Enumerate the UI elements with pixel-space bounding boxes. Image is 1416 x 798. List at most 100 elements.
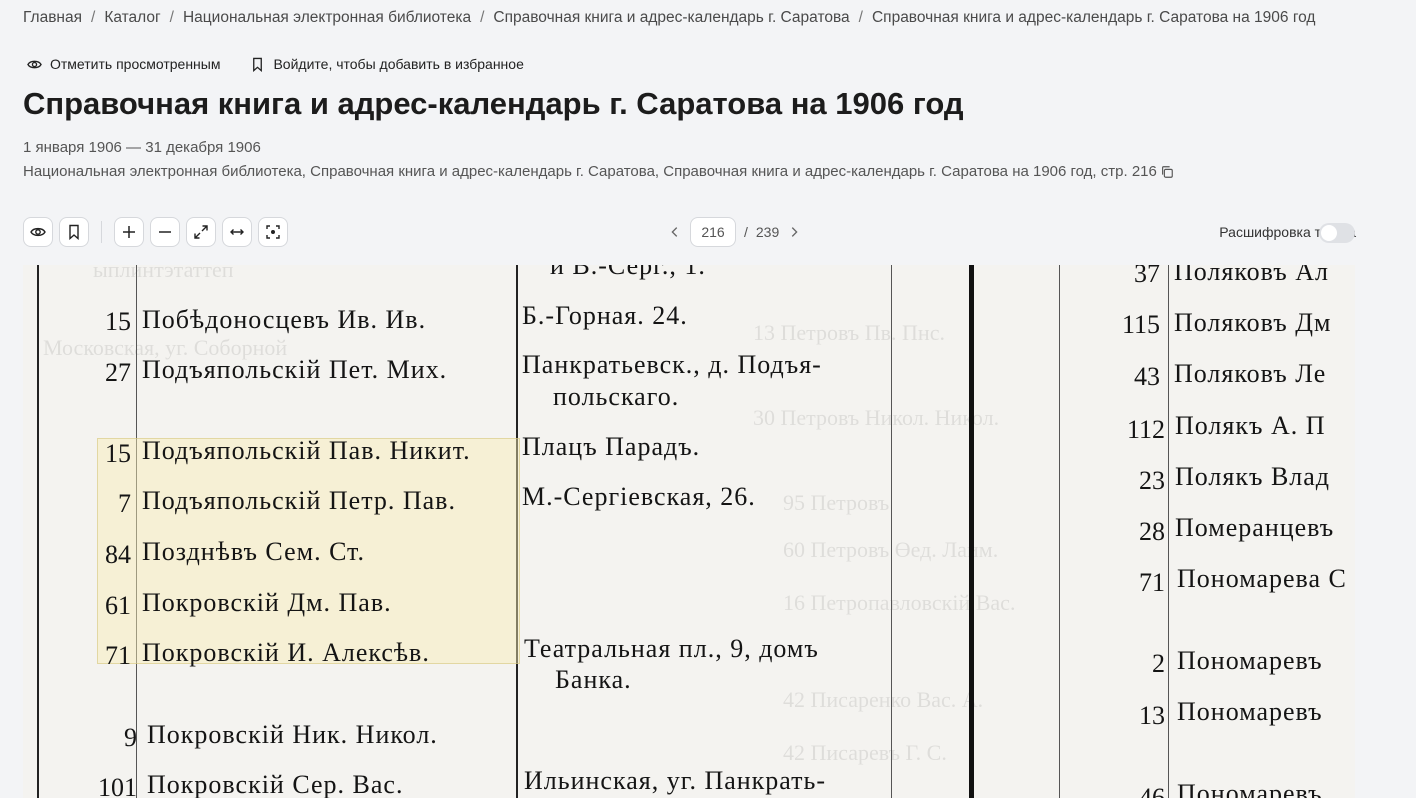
fullscreen-button[interactable]	[186, 217, 216, 247]
entry-number: 13	[1139, 701, 1165, 730]
add-favorite-label: Войдите, чтобы добавить в избранное	[273, 56, 524, 72]
entry-number: 2	[1152, 649, 1165, 678]
viewer-toolbar	[23, 217, 288, 247]
entry-name: Пономарева С	[1177, 564, 1347, 593]
date-range: 1 января 1906 — 31 декабря 1906	[23, 139, 261, 156]
entry-number: 27	[105, 358, 131, 387]
entry-name: Поляковъ Ал	[1174, 265, 1330, 286]
entry-number: 112	[1126, 415, 1165, 444]
column-rule	[891, 265, 892, 798]
entry-name: Покровскій И. Алексѣв.	[142, 638, 430, 667]
entry-number: 7	[118, 489, 131, 518]
source-line: Национальная электронная библиотека, Спр…	[23, 163, 1174, 180]
entry-address: Б.-Горная. 24.	[522, 301, 688, 330]
entry-name: Позднѣвъ Сем. Ст.	[142, 537, 365, 566]
entry-name: Поляковъ Ле	[1174, 359, 1327, 388]
entry-address-cont: Банка.	[555, 665, 632, 694]
entry-number: 101	[98, 773, 137, 798]
focus-icon	[266, 225, 280, 239]
entry-name: Померанцевъ	[1175, 513, 1335, 542]
fit-width-button[interactable]	[222, 217, 252, 247]
page-number-input[interactable]	[690, 217, 736, 247]
expand-icon	[194, 225, 208, 239]
minus-icon	[159, 231, 171, 233]
entry-address: Театральная пл., 9, домъ	[524, 634, 819, 663]
page-navigator: / 239	[668, 217, 801, 247]
entry-name: Покровскій Ник. Никол.	[147, 720, 438, 749]
mark-viewed-button[interactable]: Отметить просмотренным	[27, 56, 220, 72]
entry-number: 15	[105, 439, 131, 468]
column-rule	[37, 265, 39, 798]
entry-number: 115	[1121, 310, 1160, 339]
breadcrumb-separator: /	[480, 9, 485, 26]
entry-name: Полякъ Влад	[1175, 462, 1331, 491]
entry-number: 71	[1139, 568, 1165, 597]
chevron-right-icon	[792, 227, 798, 237]
bookmark-icon	[253, 57, 263, 72]
zoom-in-button[interactable]	[114, 217, 144, 247]
entry-name: Пономаревъ	[1177, 779, 1323, 798]
entry-number: 28	[1139, 517, 1165, 546]
column-rule	[969, 265, 974, 798]
column-rule	[1059, 265, 1060, 798]
ghost-text: 42 Писаревъ Г. С.	[783, 740, 947, 765]
source-text: Национальная электронная библиотека, Спр…	[23, 163, 1157, 180]
entry-number: 46	[1139, 783, 1165, 798]
plus-icon	[123, 226, 135, 238]
scan-text: и В.-Серг., 1.	[550, 265, 706, 280]
entry-number: 84	[105, 540, 131, 569]
entry-name: Покровскій Сер. Вас.	[147, 770, 404, 798]
entry-name: Полякъ А. П	[1175, 411, 1326, 440]
breadcrumb-home[interactable]: Главная	[23, 9, 82, 27]
zoom-out-button[interactable]	[150, 217, 180, 247]
bookmark-icon	[69, 224, 79, 240]
entry-name: Подъяпольскій Пав. Никит.	[142, 436, 471, 465]
ghost-text: ыплинтэтаттеп	[93, 265, 234, 282]
entry-number: 61	[105, 591, 131, 620]
ghost-text: 42 Писаренко Вас. А.	[783, 687, 984, 712]
entry-number: 15	[105, 307, 131, 336]
item-actions: Отметить просмотренным Войдите, чтобы до…	[27, 56, 524, 72]
column-rule	[1168, 265, 1169, 798]
fit-page-button[interactable]	[258, 217, 288, 247]
copy-icon[interactable]	[1160, 165, 1174, 179]
bookmark-button[interactable]	[59, 217, 89, 247]
chevron-left-icon	[671, 227, 678, 237]
next-page-button[interactable]	[787, 225, 801, 239]
entry-name: Подъяпольскій Петр. Пав.	[142, 486, 456, 515]
ghost-text: 95 Петровъ	[783, 490, 890, 515]
ghost-text: 30 Петровъ Никол. Никол.	[753, 405, 1000, 430]
scanned-page[interactable]: ыплинтэтаттеп Московская, уг. Соборной 1…	[23, 265, 1355, 798]
entry-number: 9	[124, 723, 137, 752]
mark-viewed-label: Отметить просмотренным	[50, 56, 221, 72]
breadcrumb-catalog[interactable]: Каталог	[104, 9, 160, 27]
entry-name: Подъяпольскій Пет. Мих.	[142, 355, 448, 384]
breadcrumb-current[interactable]: Справочная книга и адрес-календарь г. Са…	[872, 9, 1315, 27]
entry-number: 23	[1139, 466, 1165, 495]
prev-page-button[interactable]	[668, 225, 682, 239]
entry-number: 37	[1134, 265, 1160, 288]
entry-number: 43	[1134, 362, 1160, 391]
breadcrumb-series[interactable]: Справочная книга и адрес-календарь г. Са…	[493, 9, 849, 27]
text-decode-toggle[interactable]	[1319, 223, 1355, 243]
breadcrumb: Главная / Каталог / Национальная электро…	[23, 9, 1315, 27]
ghost-text: 16 Петропавловскій Вас.	[783, 590, 1016, 615]
breadcrumb-separator: /	[169, 9, 174, 26]
entry-address: Плацъ Парадъ.	[522, 432, 701, 461]
entry-number: 71	[105, 641, 131, 670]
breadcrumb-library[interactable]: Национальная электронная библиотека	[183, 9, 471, 27]
eye-icon	[30, 227, 46, 237]
view-button[interactable]	[23, 217, 53, 247]
page-title: Справочная книга и адрес-календарь г. Са…	[23, 86, 964, 121]
entry-address-cont: польскаго.	[553, 382, 680, 411]
page-total: 239	[755, 224, 780, 240]
entry-name: Поляковъ Дм	[1174, 308, 1332, 337]
entry-name: Пономаревъ	[1177, 697, 1323, 726]
entry-address: М.-Сергіевская, 26.	[522, 482, 756, 511]
entry-address: Панкратьевск., д. Подъя-	[522, 350, 822, 379]
entry-name: Пономаревъ	[1177, 646, 1323, 675]
entry-address: Ильинская, уг. Панкрать-	[524, 766, 827, 795]
add-favorite-button[interactable]: Войдите, чтобы добавить в избранное	[250, 56, 524, 72]
entry-name: Побѣдоносцевъ Ив. Ив.	[142, 305, 427, 334]
page-separator: /	[744, 224, 748, 240]
